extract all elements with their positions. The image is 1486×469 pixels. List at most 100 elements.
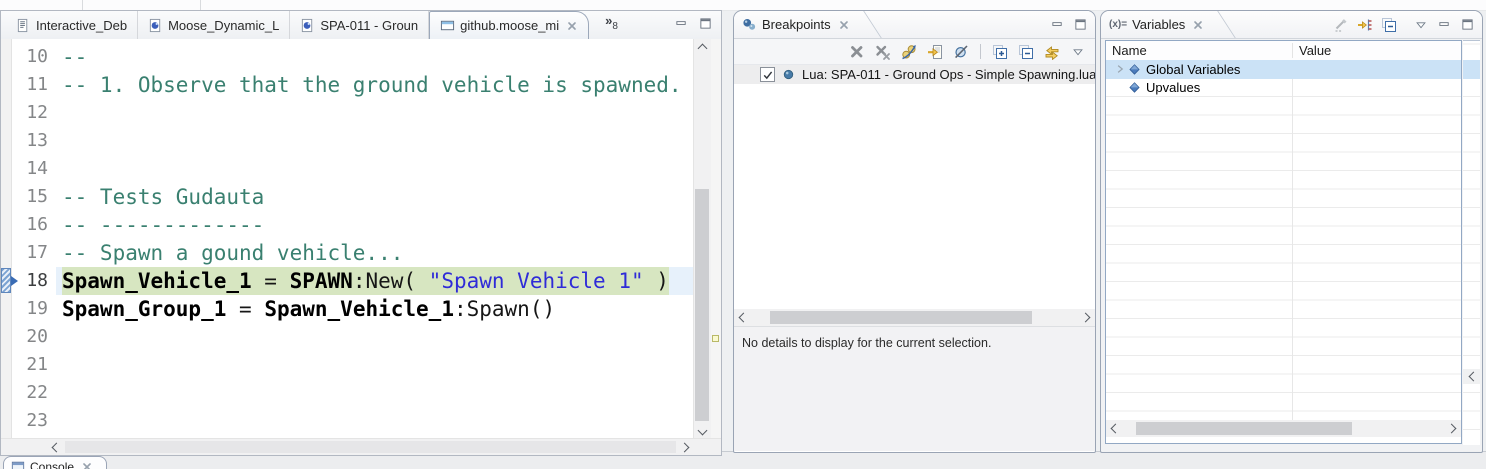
scroll-right-arrow[interactable]: [1445, 420, 1461, 437]
tree-chevron-icon[interactable]: [1111, 63, 1128, 75]
annotation-gutter[interactable]: [1, 211, 12, 239]
maximize-icon[interactable]: [697, 15, 714, 32]
more-editors-chevron[interactable]: » 8: [591, 11, 628, 39]
minimize-icon[interactable]: [1049, 16, 1066, 33]
scrollbar-track[interactable]: [750, 309, 1079, 326]
column-header-name[interactable]: Name: [1106, 43, 1293, 58]
link-with-debug-icon[interactable]: [1043, 43, 1061, 61]
code-line-16[interactable]: 16-- -------------: [1, 211, 693, 239]
annotation-gutter[interactable]: [1, 407, 12, 435]
code-line-21[interactable]: 21: [1, 351, 693, 379]
breakpoints-list[interactable]: Lua: SPA-011 - Ground Ops - Simple Spawn…: [734, 65, 1095, 309]
scroll-down-arrow[interactable]: [694, 424, 710, 439]
close-icon[interactable]: [838, 19, 850, 31]
editor-tab-spa-011-groun[interactable]: SPA-011 - Groun: [290, 11, 429, 39]
maximize-icon[interactable]: [1072, 16, 1089, 33]
scroll-right-arrow[interactable]: [1079, 309, 1095, 326]
remove-icon[interactable]: [848, 43, 866, 61]
variables-horizontal-scrollbar[interactable]: [1106, 420, 1461, 437]
collapse-all-icon[interactable]: [1380, 16, 1398, 34]
scroll-left-arrow[interactable]: [734, 309, 750, 326]
code-line-12[interactable]: 12: [1, 99, 693, 127]
breakpoint-item[interactable]: Lua: SPA-011 - Ground Ops - Simple Spawn…: [734, 65, 1095, 84]
line-number: 20: [12, 323, 56, 351]
editor-vertical-scrollbar[interactable]: [693, 39, 711, 439]
scroll-left-arrow[interactable]: [1106, 420, 1122, 437]
annotation-gutter[interactable]: [1, 323, 12, 351]
code-line-15[interactable]: 15-- Tests Gudauta: [1, 183, 693, 211]
close-icon[interactable]: [1192, 19, 1204, 31]
minimize-icon[interactable]: [673, 15, 690, 32]
variables-row-upvalues[interactable]: Upvalues: [1106, 79, 1461, 98]
scroll-right-arrow[interactable]: [678, 439, 694, 455]
scroll-left-arrow[interactable]: [1463, 369, 1480, 384]
annotation-gutter[interactable]: [1, 295, 12, 323]
goto-file-icon[interactable]: [926, 43, 944, 61]
tab-variables[interactable]: (x)= Variables: [1101, 11, 1208, 38]
minimize-icon[interactable]: [1436, 16, 1453, 33]
scrollbar-thumb[interactable]: [770, 311, 1032, 324]
line-number: 11: [12, 71, 56, 99]
annotation-gutter[interactable]: [1, 239, 12, 267]
show-supported-breakpoints-icon[interactable]: [952, 43, 970, 61]
variables-table[interactable]: Name Value Global VariablesUpvalues: [1105, 40, 1462, 444]
code-line-11[interactable]: 11-- 1. Observe that the ground vehicle …: [1, 71, 693, 99]
code-line-13[interactable]: 13: [1, 127, 693, 155]
skip-all-breakpoints-icon[interactable]: [900, 43, 918, 61]
scroll-left-arrow[interactable]: [47, 439, 63, 455]
annotation-gutter[interactable]: [1, 351, 12, 379]
scrollbar-thumb[interactable]: [1136, 422, 1352, 435]
editor-tab-github-moose-mi[interactable]: github.moose_mi: [429, 11, 589, 39]
console-tab[interactable]: Console: [3, 456, 107, 469]
annotation-gutter[interactable]: [1, 267, 12, 295]
scroll-left-arrow[interactable]: [1463, 451, 1480, 453]
code-line-18[interactable]: 18Spawn_Vehicle_1 = SPAWN:New( "Spawn Ve…: [1, 267, 693, 295]
code-line-22[interactable]: 22: [1, 379, 693, 407]
code-line-14[interactable]: 14: [1, 155, 693, 183]
toolbar-separator: [82, 0, 83, 10]
line-number: 14: [12, 155, 56, 183]
code-line-19[interactable]: 19Spawn_Group_1 = Spawn_Vehicle_1:Spawn(…: [1, 295, 693, 323]
expand-all-icon[interactable]: [991, 43, 1009, 61]
breakpoint-checkbox[interactable]: [760, 67, 775, 82]
show-columns-icon[interactable]: [1356, 16, 1374, 34]
overview-annotation[interactable]: [712, 335, 719, 342]
editor-tab-moose-dynamic-l[interactable]: Moose_Dynamic_L: [138, 11, 290, 39]
editor-tab-interactive-deb[interactable]: Interactive_Deb: [6, 11, 138, 39]
column-header-value[interactable]: Value: [1293, 43, 1461, 58]
variables-row-global-variables[interactable]: Global Variables: [1106, 60, 1461, 79]
annotation-gutter[interactable]: [1, 127, 12, 155]
remove-all-icon[interactable]: [874, 43, 892, 61]
variables-tree[interactable]: Global VariablesUpvalues: [1106, 60, 1461, 443]
code-line-20[interactable]: 20: [1, 323, 693, 351]
scrollbar-track[interactable]: [1122, 420, 1445, 437]
scroll-up-arrow[interactable]: [694, 39, 710, 54]
close-icon[interactable]: [81, 461, 93, 469]
annotation-gutter[interactable]: [1, 183, 12, 211]
maximize-icon[interactable]: [1459, 16, 1476, 33]
breakpoints-horizontal-scrollbar[interactable]: [734, 309, 1095, 326]
annotation-gutter[interactable]: [1, 99, 12, 127]
scrollbar-thumb[interactable]: [695, 189, 709, 421]
view-menu-icon[interactable]: [1412, 16, 1430, 34]
toolbar-separator: [200, 0, 201, 10]
scrollbar-thumb[interactable]: [65, 441, 676, 453]
scrollbar-track[interactable]: [63, 439, 678, 455]
annotation-gutter[interactable]: [1, 71, 12, 99]
annotation-gutter[interactable]: [1, 379, 12, 407]
overview-ruler[interactable]: [711, 39, 721, 439]
collapse-all-icon[interactable]: [1017, 43, 1035, 61]
annotation-gutter[interactable]: [1, 155, 12, 183]
show-logical-structure-icon[interactable]: [1332, 16, 1350, 34]
tab-breakpoints[interactable]: Breakpoints: [734, 11, 854, 38]
code-editor[interactable]: 10--11-- 1. Observe that the ground vehi…: [1, 39, 721, 439]
close-icon[interactable]: [566, 20, 578, 32]
view-menu-icon[interactable]: [1069, 43, 1087, 61]
variables-column-headers[interactable]: Name Value: [1106, 41, 1461, 61]
code-line-17[interactable]: 17-- Spawn a gound vehicle...: [1, 239, 693, 267]
code-line-23[interactable]: 23: [1, 407, 693, 435]
lua-file-icon: [148, 18, 163, 33]
annotation-gutter[interactable]: [1, 43, 12, 71]
code-line-10[interactable]: 10--: [1, 43, 693, 71]
editor-horizontal-scrollbar[interactable]: [1, 438, 721, 455]
